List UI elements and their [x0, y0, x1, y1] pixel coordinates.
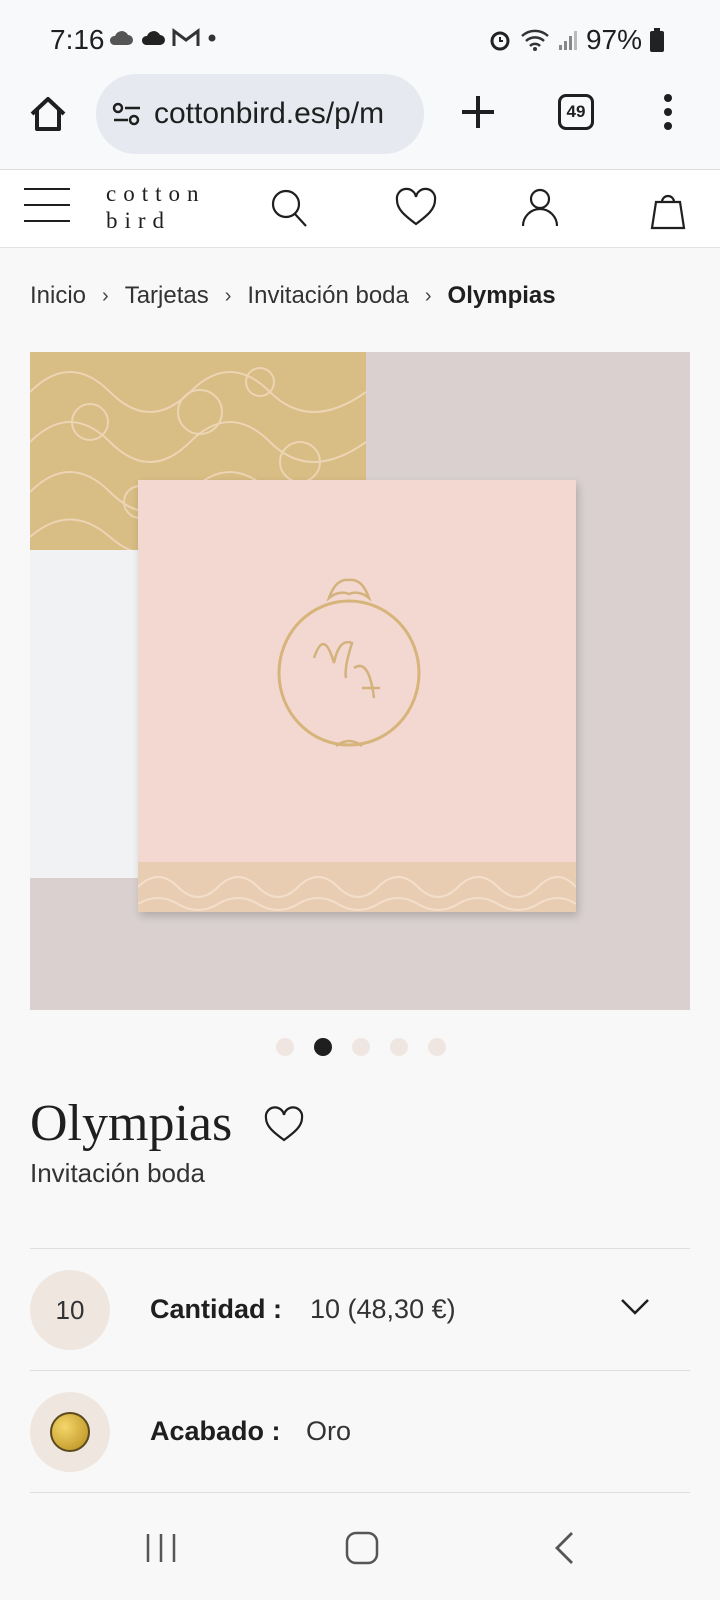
home-nav-icon[interactable]: [344, 1530, 380, 1566]
site-logo[interactable]: cotton bird: [106, 180, 206, 234]
notification-icons: [108, 28, 218, 48]
chevron-down-icon[interactable]: [618, 1294, 652, 1318]
tab-switcher-button[interactable]: 49: [558, 94, 594, 130]
quantity-value: 10 (48,30 €): [310, 1294, 456, 1324]
finish-option-row[interactable]: Acabado : Oro: [0, 1372, 720, 1492]
invitation-card: [138, 480, 576, 912]
divider: [30, 1370, 690, 1371]
browser-toolbar: cottonbird.es/p/m 49: [0, 74, 720, 170]
back-icon[interactable]: [552, 1530, 576, 1566]
breadcrumb: Inicio › Tarjetas › Invitación boda › Ol…: [30, 282, 556, 310]
carousel-dot-2-active[interactable]: [314, 1038, 332, 1056]
quantity-option-row[interactable]: 10 Cantidad : 10 (48,30 €): [0, 1250, 720, 1370]
new-tab-icon[interactable]: [456, 90, 500, 134]
breadcrumb-separator: ›: [102, 284, 109, 307]
carousel-dot-3[interactable]: [352, 1038, 370, 1056]
quantity-label: Cantidad :: [150, 1294, 282, 1324]
more-menu-icon[interactable]: [656, 90, 680, 134]
carousel-dot-5[interactable]: [428, 1038, 446, 1056]
product-category: Invitación boda: [30, 1158, 205, 1188]
divider: [30, 1248, 690, 1249]
cloud-icon: [109, 31, 133, 45]
breadcrumb-current: Olympias: [447, 282, 556, 309]
product-image[interactable]: [30, 352, 690, 1010]
cart-bag-icon[interactable]: [646, 188, 690, 232]
logo-line-1: cotton: [106, 181, 206, 206]
system-navigation-bar: [0, 1494, 720, 1600]
breadcrumb-separator: ›: [424, 284, 432, 307]
carousel-dot-1[interactable]: [276, 1038, 294, 1056]
logo-line-2: bird: [106, 208, 172, 233]
monogram-emblem: [277, 578, 421, 748]
address-bar[interactable]: cottonbird.es/p/m: [96, 74, 424, 154]
gmail-icon: [172, 28, 200, 46]
breadcrumb-inicio[interactable]: Inicio: [30, 282, 86, 310]
finish-value: Oro: [306, 1416, 352, 1446]
wishlist-heart-icon[interactable]: [394, 186, 438, 230]
search-icon[interactable]: [268, 186, 312, 230]
product-title: Olympias: [30, 1095, 233, 1152]
status-time: 7:16: [50, 24, 105, 55]
menu-icon[interactable]: [24, 186, 72, 224]
breadcrumb-invitacion-boda[interactable]: Invitación boda: [247, 282, 408, 310]
dot-icon: [208, 34, 216, 42]
status-bar: 7:16 97%: [0, 0, 720, 74]
url-text[interactable]: cottonbird.es/p/m: [154, 97, 384, 131]
alarm-icon: [490, 31, 510, 51]
site-header: cotton bird: [0, 170, 720, 248]
site-settings-icon[interactable]: [112, 101, 142, 127]
battery-icon: [650, 28, 664, 52]
gold-swatch-icon: [50, 1412, 90, 1452]
recent-apps-icon[interactable]: [144, 1532, 178, 1564]
finish-swatch-badge: [30, 1392, 110, 1472]
breadcrumb-separator: ›: [224, 284, 232, 307]
home-icon[interactable]: [26, 92, 70, 136]
account-icon[interactable]: [518, 186, 562, 230]
breadcrumb-tarjetas[interactable]: Tarjetas: [125, 282, 209, 310]
system-icons: 97%: [488, 24, 664, 56]
quantity-badge: 10: [30, 1270, 110, 1350]
favorite-heart-icon[interactable]: [262, 1104, 306, 1144]
wifi-icon: [521, 29, 549, 51]
divider: [30, 1492, 690, 1493]
signal-icon: [558, 31, 577, 50]
carousel-pagination: [276, 1038, 446, 1056]
lace-band: [138, 862, 576, 912]
battery-percent: 97%: [585, 24, 642, 55]
carousel-dot-4[interactable]: [390, 1038, 408, 1056]
cloud-icon: [141, 31, 165, 45]
finish-label: Acabado :: [150, 1416, 281, 1446]
